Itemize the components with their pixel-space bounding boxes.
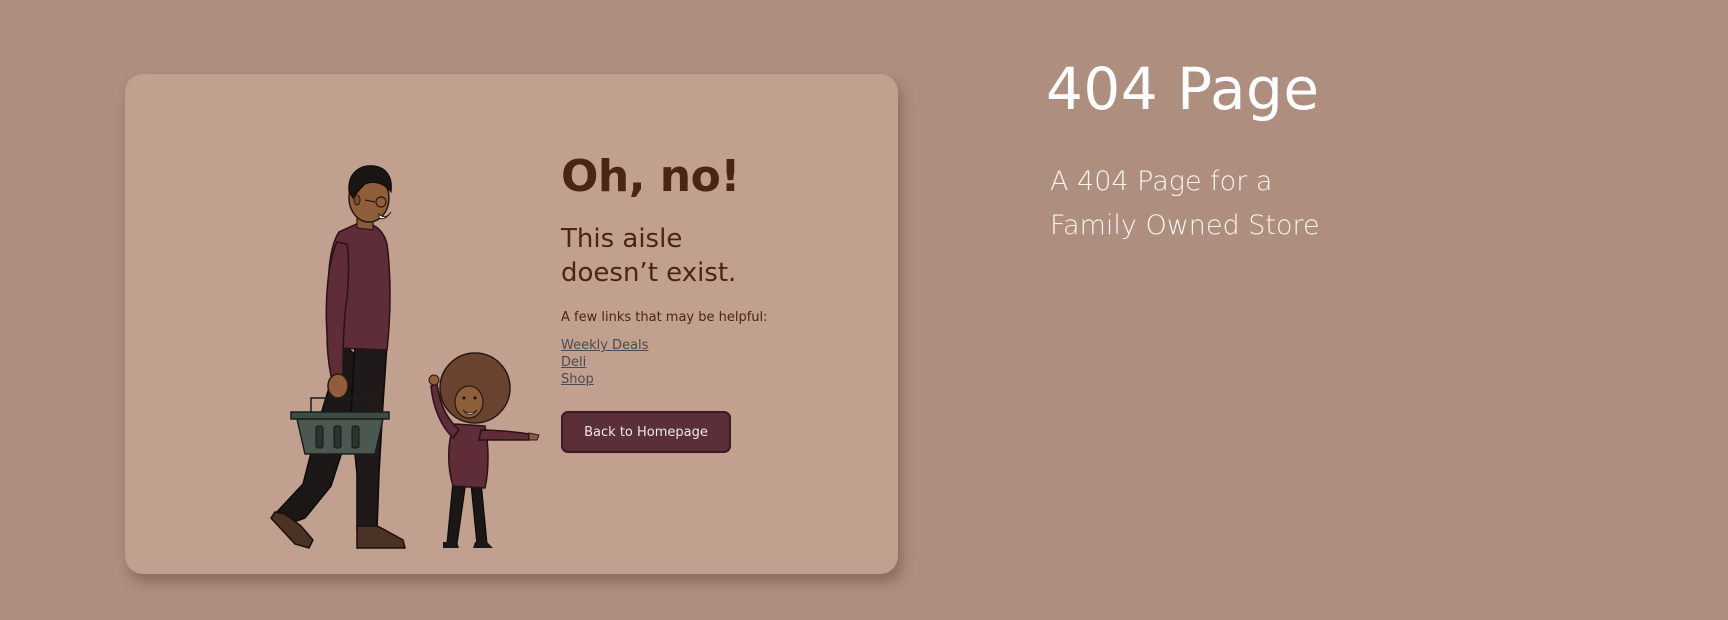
side-panel: 404 Page A 404 Page for a Family Owned S…: [1046, 55, 1350, 248]
helpful-links: Weekly Deals Deli Shop: [561, 337, 871, 388]
side-title: 404 Page: [1046, 55, 1320, 123]
error-message: Oh, no! This aisle doesn’t exist. A few …: [561, 151, 871, 454]
error-heading: Oh, no!: [561, 151, 740, 202]
error-subheading: This aisle doesn’t exist.: [561, 224, 737, 289]
error-card: Oh, no! This aisle doesn’t exist. A few …: [125, 74, 898, 574]
link-shop[interactable]: Shop: [561, 371, 871, 388]
back-to-homepage-button[interactable]: Back to Homepage: [561, 411, 731, 454]
link-weekly-deals[interactable]: Weekly Deals: [561, 337, 871, 354]
child-figure: [428, 352, 540, 548]
link-deli[interactable]: Deli: [561, 354, 871, 371]
helper-text: A few links that may be helpful:: [561, 310, 768, 326]
adult-figure: [270, 165, 406, 549]
side-description: A 404 Page for a Family Owned Store: [1050, 165, 1320, 241]
